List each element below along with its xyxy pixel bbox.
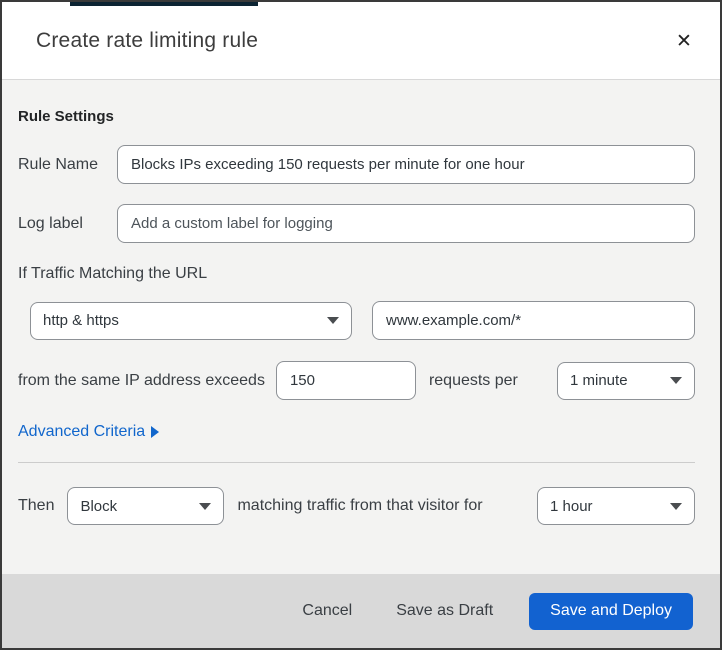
dialog-footer: Cancel Save as Draft Save and Deploy [2,574,720,648]
then-label: Then [18,497,55,514]
rule-name-input[interactable] [117,145,695,184]
request-count-input[interactable] [275,361,416,400]
requests-per-label: requests per [428,371,518,389]
log-label-row: Log label [18,204,695,243]
cancel-button[interactable]: Cancel [292,594,362,628]
traffic-matching-heading: If Traffic Matching the URL [18,265,208,282]
log-label-label: Log label [18,214,83,232]
log-label-input[interactable] [117,204,695,243]
save-as-draft-button[interactable]: Save as Draft [386,594,503,628]
page-title: Create rate limiting rule [36,28,259,52]
chevron-down-icon [199,502,212,510]
threshold-input-wrap [275,361,416,400]
duration-select[interactable]: 1 hour [537,487,695,525]
threshold-row: from the same IP address exceeds request… [18,361,695,400]
section-divider [18,462,695,463]
chevron-down-icon [327,317,339,324]
chevron-down-icon [670,502,682,510]
period-select-value: 1 minute [570,372,628,389]
rule-settings-heading: Rule Settings [18,108,114,125]
advanced-criteria-label: Advanced Criteria [18,423,146,440]
then-action-row: Then Block matching traffic from that vi… [18,487,695,525]
threshold-prefix-label: from the same IP address exceeds [18,371,265,389]
save-and-deploy-button[interactable]: Save and Deploy [529,592,693,630]
create-rate-limiting-rule-dialog: Create rate limiting rule ✕ Rule Setting… [0,0,722,650]
matching-traffic-label: matching traffic from that visitor for [237,497,483,514]
action-select-value: Block [80,497,118,515]
chevron-down-icon [670,377,682,384]
advanced-criteria-link[interactable]: Advanced Criteria [18,423,160,441]
arrow-right-icon [151,426,160,438]
period-select[interactable]: 1 minute [557,361,695,400]
url-input-wrap [372,301,695,340]
dialog-header: Create rate limiting rule ✕ [2,2,720,80]
scheme-select[interactable]: http & https [30,301,352,340]
scheme-select-value: http & https [43,312,119,329]
url-pattern-input[interactable] [372,301,695,340]
duration-select-value: 1 hour [550,497,593,515]
close-icon[interactable]: ✕ [670,27,698,55]
url-match-row: http & https [18,301,695,340]
dialog-body: Rule Settings Rule Name Log label If Tra… [2,80,720,574]
rule-name-row: Rule Name [18,145,695,184]
background-page-strip [70,2,258,6]
rule-name-label: Rule Name [18,155,99,173]
action-select[interactable]: Block [67,487,225,525]
